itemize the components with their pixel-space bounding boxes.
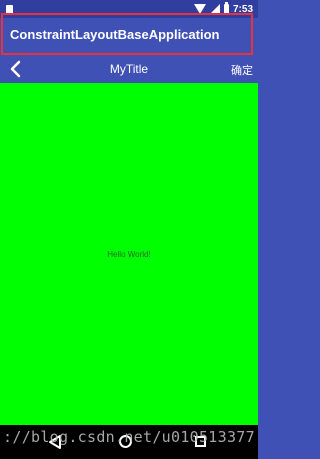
highlight-box <box>1 13 253 55</box>
custom-toolbar: MyTitle 确定 <box>0 56 258 83</box>
watermark: ://blog.csdn.net/u010513377 <box>3 428 255 446</box>
hello-text: Hello World! <box>107 250 151 259</box>
toolbar-title: MyTitle <box>109 62 149 76</box>
content-area: Hello World! <box>0 83 258 425</box>
confirm-button[interactable]: 确定 <box>231 62 253 78</box>
